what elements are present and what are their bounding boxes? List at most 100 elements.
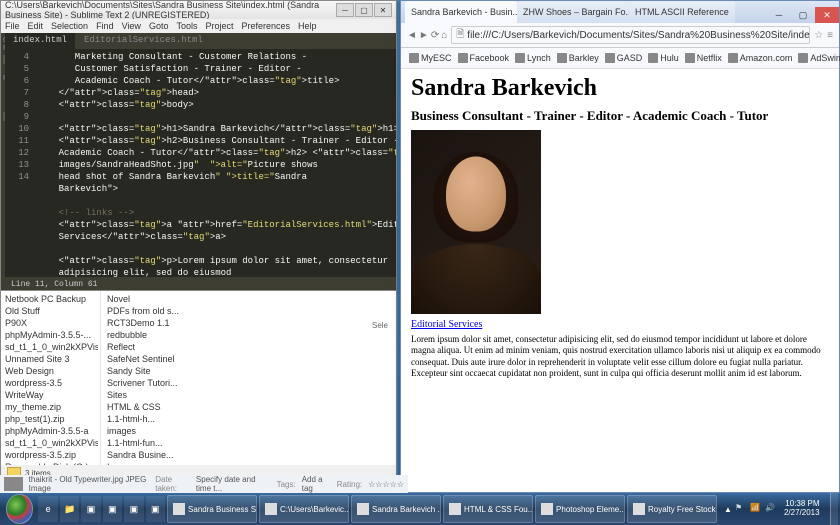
file-item[interactable]: images bbox=[103, 425, 394, 437]
explorer-nav-pane[interactable]: Netbook PC BackupOld StuffP90XphpMyAdmin… bbox=[1, 291, 101, 481]
tray-icon[interactable]: ⚑ bbox=[735, 503, 747, 515]
tray-network-icon[interactable]: 📶 bbox=[750, 503, 762, 515]
nav-item[interactable]: WriteWay bbox=[3, 389, 98, 401]
bookmark-item[interactable]: Hulu bbox=[648, 53, 679, 63]
minimize-icon[interactable]: ─ bbox=[767, 7, 791, 23]
sublime-window: C:\Users\Barkevich\Documents\Sites\Sandr… bbox=[0, 0, 397, 292]
file-item[interactable]: 1.1-html-fun... bbox=[103, 437, 394, 449]
file-item[interactable]: 1.1-html-h... bbox=[103, 413, 394, 425]
nav-item[interactable]: my_theme.zip bbox=[3, 401, 98, 413]
bookmark-favicon bbox=[798, 53, 808, 63]
taskbar-task[interactable]: Photoshop Eleme... bbox=[535, 495, 625, 523]
start-button[interactable] bbox=[6, 494, 33, 524]
menu-selection[interactable]: Selection bbox=[51, 21, 88, 31]
page-heading: Sandra Barkevich bbox=[411, 75, 829, 102]
tags-value[interactable]: Add a tag bbox=[302, 475, 331, 493]
file-item[interactable]: PDFs from old s... bbox=[103, 305, 394, 317]
file-item[interactable]: RCT3Demo 1.1 bbox=[103, 317, 394, 329]
editorial-services-link[interactable]: Editorial Services bbox=[411, 319, 482, 330]
menu-preferences[interactable]: Preferences bbox=[241, 21, 290, 31]
bookmark-item[interactable]: Netflix bbox=[685, 53, 722, 63]
chrome-window: Sandra Barkevich - Busin...ZHW Shoes – B… bbox=[400, 0, 840, 493]
editor-tab[interactable]: index.html bbox=[5, 33, 75, 49]
nav-item[interactable]: sd_t1_1_0_win2kXPVis bbox=[3, 437, 98, 449]
bookmark-item[interactable]: AdSwim bbox=[798, 53, 840, 63]
menu-edit[interactable]: Edit bbox=[28, 21, 44, 31]
nav-item[interactable]: sd_t1_1_0_win2kXPVis bbox=[3, 341, 98, 353]
close-icon[interactable]: ✕ bbox=[374, 3, 392, 17]
file-item[interactable]: Sandy Site bbox=[103, 365, 394, 377]
tray-arrow-icon[interactable]: ▲ bbox=[724, 505, 732, 514]
sublime-menubar: File Edit Selection Find View Goto Tools Projec… bbox=[1, 19, 396, 33]
pin-explorer-icon[interactable]: 📁 bbox=[60, 496, 79, 522]
home-icon[interactable]: ⌂ bbox=[441, 30, 447, 41]
nav-item[interactable]: Web Design bbox=[3, 365, 98, 377]
system-tray[interactable]: ▲ ⚑ 📶 🔊 10:38 PM 2/27/2013 bbox=[718, 500, 830, 518]
browser-tab[interactable]: HTML ASCII Reference bbox=[629, 1, 735, 23]
bookmark-item[interactable]: MyESC bbox=[409, 53, 452, 63]
browser-tab[interactable]: ZHW Shoes – Bargain Fo... bbox=[517, 1, 629, 23]
sublime-titlebar[interactable]: C:\Users\Barkevich\Documents\Sites\Sandr… bbox=[1, 1, 396, 19]
file-item[interactable]: HTML & CSS bbox=[103, 401, 394, 413]
pin-ie-icon[interactable]: e bbox=[38, 496, 57, 522]
menu-view[interactable]: View bbox=[122, 21, 141, 31]
forward-icon[interactable]: ► bbox=[419, 30, 429, 41]
menu-goto[interactable]: Goto bbox=[149, 21, 169, 31]
editor-tab[interactable]: EditorialServices.html bbox=[76, 33, 211, 49]
bookmark-star-icon[interactable]: ☆ bbox=[814, 30, 823, 41]
nav-item[interactable]: P90X bbox=[3, 317, 98, 329]
nav-item[interactable]: Unnamed Site 3 bbox=[3, 353, 98, 365]
file-item[interactable]: Reflect bbox=[103, 341, 394, 353]
browser-tab[interactable]: Sandra Barkevich - Busin... bbox=[405, 1, 517, 23]
nav-item[interactable]: Old Stuff bbox=[3, 305, 98, 317]
bookmark-item[interactable]: Lynch bbox=[515, 53, 551, 63]
taskbar-task[interactable]: Sandra Business Site bbox=[167, 495, 257, 523]
bookmark-item[interactable]: Facebook bbox=[458, 53, 510, 63]
bookmark-item[interactable]: GASD bbox=[605, 53, 643, 63]
code-area[interactable]: 4567891011121314 Marketing Consultant - … bbox=[5, 49, 396, 277]
pin-app-icon[interactable]: ▣ bbox=[146, 496, 165, 522]
taskbar: e 📁 ▣ ▣ ▣ ▣ Sandra Business SiteC:\Users… bbox=[0, 493, 840, 525]
nav-item[interactable]: phpMyAdmin-3.5.5-... bbox=[3, 329, 98, 341]
menu-icon[interactable]: ≡ bbox=[827, 30, 833, 41]
file-item[interactable]: SafeNet Sentinel bbox=[103, 353, 394, 365]
tray-volume-icon[interactable]: 🔊 bbox=[765, 503, 777, 515]
close-icon[interactable]: ✕ bbox=[815, 7, 839, 23]
bookmark-item[interactable]: Barkley bbox=[557, 53, 599, 63]
pin-app-icon[interactable]: ▣ bbox=[103, 496, 122, 522]
nav-item[interactable]: php_test(1).zip bbox=[3, 413, 98, 425]
maximize-icon[interactable]: ▢ bbox=[355, 3, 373, 17]
reload-icon[interactable]: ⟳ bbox=[431, 30, 439, 41]
code-content[interactable]: Marketing Consultant - Customer Relation… bbox=[33, 49, 396, 277]
menu-find[interactable]: Find bbox=[96, 21, 114, 31]
clock[interactable]: 10:38 PM 2/27/2013 bbox=[780, 500, 824, 518]
nav-item[interactable]: Netbook PC Backup bbox=[3, 293, 98, 305]
rating-stars[interactable]: ☆☆☆☆☆ bbox=[368, 480, 404, 489]
taskbar-task[interactable]: Royalty Free Stock... bbox=[627, 495, 717, 523]
date-taken-value[interactable]: Specify date and time t... bbox=[196, 475, 271, 493]
address-bar[interactable]: 🗎 file:///C:/Users/Barkevich/Documents/S… bbox=[451, 26, 810, 44]
explorer-file-list[interactable]: Sele NovelPDFs from old s...RCT3Demo 1.1… bbox=[101, 291, 396, 481]
file-item[interactable]: Sites bbox=[103, 389, 394, 401]
minimize-icon[interactable]: ─ bbox=[336, 3, 354, 17]
pin-app-icon[interactable]: ▣ bbox=[81, 496, 100, 522]
menu-project[interactable]: Project bbox=[205, 21, 233, 31]
bookmark-item[interactable]: Amazon.com bbox=[728, 53, 793, 63]
menu-tools[interactable]: Tools bbox=[176, 21, 197, 31]
file-item[interactable]: Scrivener Tutori... bbox=[103, 377, 394, 389]
nav-item[interactable]: phpMyAdmin-3.5.5-a bbox=[3, 425, 98, 437]
file-item[interactable]: Novel bbox=[103, 293, 394, 305]
nav-item[interactable]: wordpress-3.5 bbox=[3, 377, 98, 389]
taskbar-task[interactable]: C:\Users\Barkevic... bbox=[259, 495, 349, 523]
show-desktop-button[interactable] bbox=[830, 493, 838, 525]
menu-file[interactable]: File bbox=[5, 21, 20, 31]
menu-help[interactable]: Help bbox=[298, 21, 317, 31]
file-item[interactable]: Sandra Busine... bbox=[103, 449, 394, 461]
maximize-icon[interactable]: ▢ bbox=[791, 7, 815, 23]
nav-item[interactable]: wordpress-3.5.zip bbox=[3, 449, 98, 461]
file-item[interactable]: redbubble bbox=[103, 329, 394, 341]
taskbar-task[interactable]: HTML & CSS Fou... bbox=[443, 495, 533, 523]
pin-app-icon[interactable]: ▣ bbox=[124, 496, 143, 522]
back-icon[interactable]: ◄ bbox=[407, 30, 417, 41]
taskbar-task[interactable]: Sandra Barkevich ... bbox=[351, 495, 441, 523]
